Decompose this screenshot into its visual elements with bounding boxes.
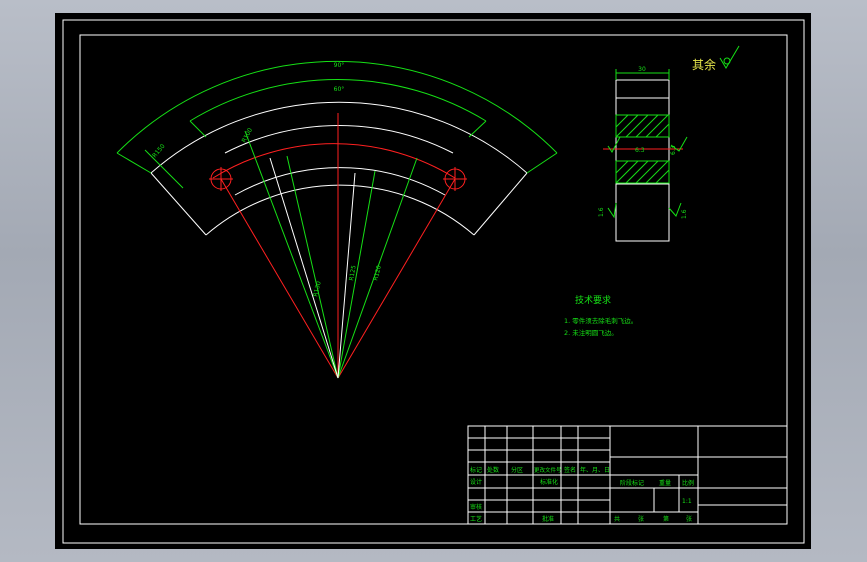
- tb-count: 处数: [487, 466, 499, 474]
- tb-mark: 标记: [470, 466, 482, 474]
- tb-change-doc: 更改文件号: [534, 466, 562, 474]
- radial-left-red: [220, 178, 339, 379]
- section-view: 30 6.3 6.3 1.6 1.6 其余: [598, 45, 740, 242]
- tb-stage-mark: 阶段标记: [620, 479, 644, 487]
- dim-r-center: R125: [348, 265, 358, 282]
- tb-scale: 比例: [682, 479, 694, 487]
- title-block: 标记 处数 分区 更改文件号 签名 年、月、日 设计 标准化 审核 工艺 批准 …: [467, 425, 788, 525]
- drawing-sheet: 90° 60° R150 R100 R130 R125 R120 30 6.3 …: [62, 19, 805, 544]
- cad-canvas: 90° 60° R150 R100 R130 R125 R120 30 6.3 …: [55, 13, 811, 549]
- part-left-edge: [150, 172, 207, 236]
- tb-total: 共: [614, 515, 620, 523]
- outer-angle-dim-arc: [116, 60, 558, 154]
- tb-scale-value: 1:1: [682, 498, 692, 505]
- tb-nth: 第: [663, 515, 669, 523]
- part-right-edge: [473, 172, 528, 236]
- dim-side-upper-right: 6.3: [670, 145, 677, 155]
- dim-width-top: 30: [638, 66, 646, 73]
- outer-frame: [62, 19, 805, 544]
- tb-signature: 签名: [564, 466, 576, 474]
- slot-inner-arc: [234, 167, 446, 196]
- roughness-symbol: [719, 45, 740, 69]
- dim-side-right-low: 1.6: [681, 209, 688, 219]
- slot-center-arc: [212, 143, 456, 179]
- tb-standardization: 标准化: [540, 478, 558, 486]
- tb-review: 审核: [470, 503, 482, 511]
- tb-weight: 重量: [659, 479, 671, 487]
- dim-r-inner: R130: [312, 280, 323, 297]
- tb-date: 年、月、日: [580, 466, 610, 474]
- tb-process: 工艺: [470, 515, 482, 523]
- tb-sheet1: 张: [638, 515, 644, 523]
- inner-frame: [79, 34, 788, 525]
- tb-sheet2: 张: [686, 515, 692, 523]
- slot-outer-arc: [224, 124, 454, 154]
- dim-r-outer: R150: [151, 143, 167, 160]
- tech-item-2: 2. 未注明圆飞边。: [564, 328, 618, 337]
- tb-zone: 分区: [511, 466, 523, 474]
- tech-title: 技术要求: [575, 294, 611, 306]
- hatch-top: [615, 114, 670, 138]
- part-outer-arc: [150, 101, 528, 174]
- dim-outer-angle: 90°: [334, 62, 345, 69]
- dim-side-upper: 6.3: [635, 147, 645, 154]
- dim-inner-angle: 60°: [334, 86, 345, 93]
- tb-design: 设计: [470, 478, 482, 486]
- dim-side-left-low: 1.6: [598, 207, 605, 217]
- tech-item-1: 1. 零件须去除毛刺飞边。: [564, 316, 637, 325]
- dim-r-right: R120: [372, 264, 383, 281]
- tech-requirements: 技术要求 1. 零件须去除毛刺飞边。 2. 未注明圆飞边。: [564, 294, 637, 337]
- arc-part: 90° 60° R150 R100 R130 R125 R120: [116, 60, 558, 379]
- surface-note: 其余: [692, 57, 716, 72]
- part-inner-arc: [205, 184, 475, 236]
- hatch-bottom: [615, 160, 670, 184]
- tb-approve: 批准: [542, 515, 554, 523]
